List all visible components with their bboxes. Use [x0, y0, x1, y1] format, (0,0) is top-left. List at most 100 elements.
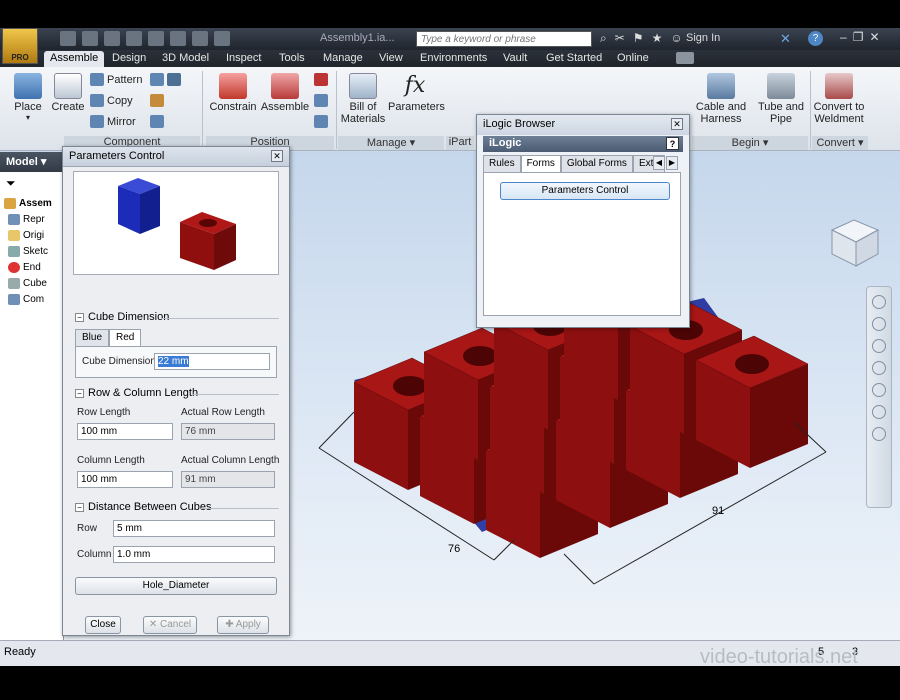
- close-button[interactable]: Close: [85, 616, 121, 634]
- search-input[interactable]: [416, 31, 592, 47]
- favorites-icon[interactable]: ★: [652, 31, 663, 46]
- filter-icon[interactable]: ⏷: [6, 176, 16, 191]
- tree-item-label: Origi: [23, 230, 45, 241]
- edit-button[interactable]: [150, 94, 164, 107]
- mirror-button[interactable]: Mirror: [90, 115, 136, 128]
- extension-line: [563, 553, 595, 585]
- status-text: Ready: [4, 646, 36, 658]
- sign-in-link[interactable]: Sign In: [686, 32, 720, 44]
- apply-button[interactable]: ✚ Apply: [217, 616, 269, 634]
- chevron-right-icon[interactable]: ▶: [666, 156, 678, 170]
- restore-icon[interactable]: ❐: [853, 30, 864, 44]
- copy-button[interactable]: Copy: [90, 94, 133, 107]
- tree-item-origin[interactable]: Origi: [8, 230, 44, 241]
- minimize-icon[interactable]: –: [840, 30, 847, 44]
- close-icon[interactable]: ✕: [671, 118, 683, 130]
- tab-environments[interactable]: Environments: [414, 51, 493, 67]
- undo-icon[interactable]: [82, 31, 98, 46]
- derive-button[interactable]: [150, 73, 181, 86]
- collapse-icon[interactable]: −: [75, 502, 84, 512]
- place-label: Place: [14, 101, 42, 113]
- orbit-icon[interactable]: [872, 361, 886, 375]
- constrain-button[interactable]: Constrain: [208, 73, 258, 113]
- move-button[interactable]: [314, 94, 328, 107]
- tab-view[interactable]: View: [373, 51, 409, 67]
- tube-pipe-button[interactable]: Tube and Pipe: [754, 73, 808, 125]
- parameters-button[interactable]: fx Parameters: [388, 73, 445, 113]
- bill-of-materials-button[interactable]: Bill of Materials: [340, 73, 386, 125]
- pattern-button[interactable]: Pattern: [90, 73, 142, 86]
- copy-icon: [90, 94, 104, 107]
- zoom-icon[interactable]: [872, 339, 886, 353]
- create-button[interactable]: Create: [48, 73, 88, 113]
- column-length-input[interactable]: 100 mm: [77, 471, 173, 488]
- assemble-button[interactable]: Assemble: [260, 73, 310, 113]
- pan-icon[interactable]: [872, 317, 886, 331]
- hole-diameter-button[interactable]: Hole_Diameter: [75, 577, 277, 595]
- exchange-icon[interactable]: ✕: [780, 31, 791, 47]
- column-distance-input[interactable]: 1.0 mm: [113, 546, 275, 563]
- zoom-all-icon[interactable]: [872, 405, 886, 419]
- settings-icon[interactable]: [214, 31, 230, 46]
- tree-item-representations[interactable]: Repr: [8, 214, 45, 225]
- assemble-label: Assemble: [260, 101, 310, 113]
- tab-rules[interactable]: Rules: [483, 155, 521, 172]
- binoculars-icon[interactable]: ⌕: [600, 31, 607, 46]
- close-icon[interactable]: ✕: [869, 30, 879, 44]
- pipe-icon: [767, 73, 795, 99]
- tab-design[interactable]: Design: [106, 51, 152, 67]
- save-icon[interactable]: [148, 31, 164, 46]
- shrinkwrap-button[interactable]: [150, 115, 164, 128]
- view-cube[interactable]: [828, 216, 882, 270]
- tab-online[interactable]: Online: [611, 51, 655, 67]
- joint-button[interactable]: [314, 73, 328, 86]
- tree-item-sketch[interactable]: Sketc: [8, 246, 48, 257]
- tab-vault[interactable]: Vault: [497, 51, 533, 67]
- tab-3d-model[interactable]: 3D Model: [156, 51, 215, 67]
- convert-weldment-button[interactable]: Convert to Weldment: [812, 73, 866, 125]
- app-logo-label: PRO: [11, 53, 29, 62]
- rotate-button[interactable]: [314, 115, 328, 128]
- tools-icon[interactable]: ✂: [615, 31, 625, 46]
- new-icon[interactable]: [60, 31, 76, 46]
- row-distance-input[interactable]: 5 mm: [113, 520, 275, 537]
- tab-global-forms[interactable]: Global Forms: [560, 155, 633, 172]
- close-icon[interactable]: ✕: [271, 150, 283, 162]
- redo-icon[interactable]: [104, 31, 120, 46]
- tab-blue[interactable]: Blue: [75, 329, 110, 347]
- collapse-icon[interactable]: −: [75, 388, 84, 398]
- tree-item-cube[interactable]: Cube: [8, 278, 47, 289]
- user-icon[interactable]: ☺: [670, 31, 682, 46]
- steering-wheel-icon[interactable]: [872, 295, 886, 309]
- cancel-button[interactable]: ✕ Cancel: [143, 616, 197, 634]
- comm-center-icon[interactable]: ⚑: [633, 31, 644, 46]
- tab-forms[interactable]: Forms: [520, 155, 561, 173]
- browser-title[interactable]: Model ▾: [0, 152, 63, 172]
- parameters-control-form-button[interactable]: Parameters Control: [500, 182, 670, 200]
- panel-options-icon[interactable]: [676, 52, 694, 64]
- dialog-title: Parameters Control: [69, 150, 165, 162]
- model-browser: Model ▾ ⏷ Assem Repr Origi Sketc End Cub…: [0, 152, 64, 640]
- help-icon[interactable]: ?: [808, 31, 823, 46]
- row-length-input[interactable]: 100 mm: [77, 423, 173, 440]
- home-icon[interactable]: [126, 31, 142, 46]
- tab-manage[interactable]: Manage: [317, 51, 369, 67]
- appearance-icon[interactable]: [192, 31, 208, 46]
- tree-item-end[interactable]: End: [8, 262, 41, 273]
- tab-inspect[interactable]: Inspect: [220, 51, 267, 67]
- collapse-icon[interactable]: −: [75, 312, 84, 322]
- nav-options-icon[interactable]: [872, 427, 886, 441]
- tab-tools[interactable]: Tools: [273, 51, 311, 67]
- tree-root[interactable]: Assem: [4, 198, 52, 209]
- material-icon[interactable]: [170, 31, 186, 46]
- help-icon[interactable]: ?: [666, 137, 679, 150]
- tree-item-component[interactable]: Com: [8, 294, 44, 305]
- tab-assemble[interactable]: Assemble: [44, 51, 105, 67]
- look-at-icon[interactable]: [872, 383, 886, 397]
- app-logo[interactable]: PRO: [2, 28, 38, 64]
- cable-harness-button[interactable]: Cable and Harness: [694, 73, 748, 125]
- place-button[interactable]: Place ▾: [8, 73, 48, 122]
- tab-get-started[interactable]: Get Started: [540, 51, 608, 67]
- chevron-left-icon[interactable]: ◀: [653, 156, 665, 170]
- cube-dimension-input[interactable]: 22 mm: [154, 353, 270, 370]
